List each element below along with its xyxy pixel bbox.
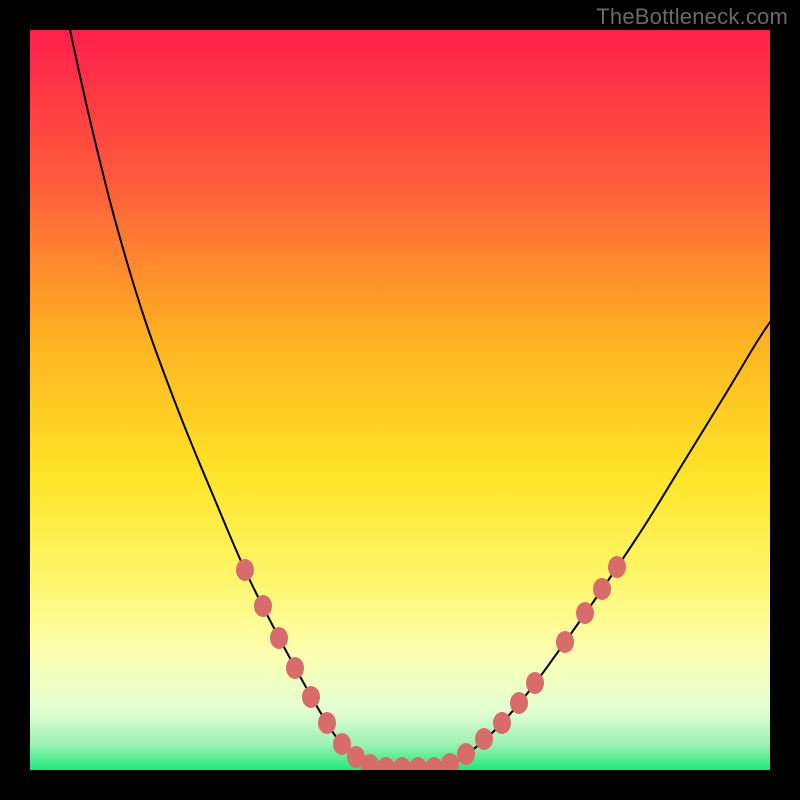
dot-16 bbox=[493, 712, 511, 734]
dot-3 bbox=[286, 657, 304, 679]
dot-18 bbox=[526, 672, 544, 694]
dot-21 bbox=[593, 578, 611, 600]
dot-1 bbox=[254, 595, 272, 617]
dot-14 bbox=[457, 743, 475, 765]
plot-svg bbox=[30, 30, 770, 770]
watermark-text: TheBottleneck.com bbox=[596, 4, 788, 30]
plot-background bbox=[30, 30, 770, 770]
dot-0 bbox=[236, 559, 254, 581]
dot-19 bbox=[556, 631, 574, 653]
dot-15 bbox=[475, 728, 493, 750]
dot-4 bbox=[302, 686, 320, 708]
dot-5 bbox=[318, 712, 336, 734]
dot-22 bbox=[608, 556, 626, 578]
plot-area bbox=[30, 30, 770, 770]
dot-2 bbox=[270, 627, 288, 649]
dot-17 bbox=[510, 692, 528, 714]
dot-20 bbox=[576, 602, 594, 624]
chart-frame: TheBottleneck.com bbox=[0, 0, 800, 800]
